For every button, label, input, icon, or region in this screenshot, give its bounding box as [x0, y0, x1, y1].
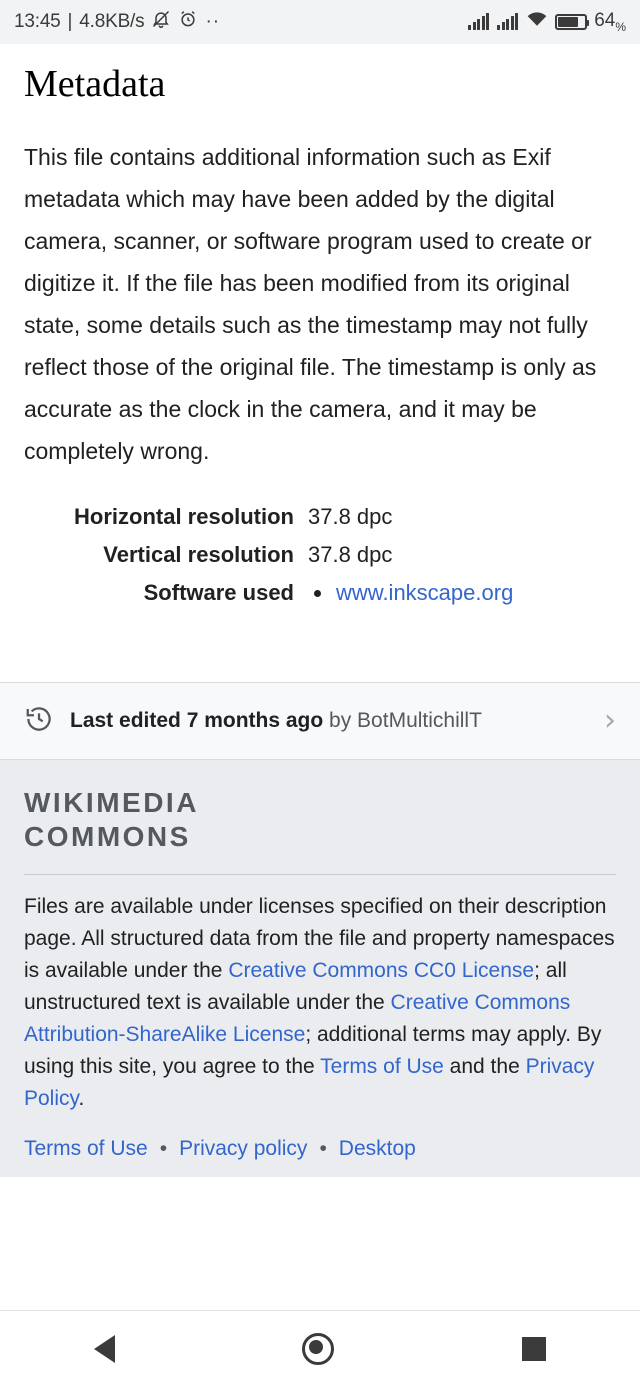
signal-bars-icon-sim1 — [468, 13, 490, 31]
license-part-5: . — [78, 1087, 85, 1110]
cc0-license-link[interactable]: Creative Commons CC0 License — [228, 959, 534, 982]
metadata-value-list: www.inkscape.org — [300, 574, 616, 612]
more-dots-icon: ·· — [205, 11, 221, 32]
android-navigation-bar — [0, 1310, 640, 1387]
history-clock-icon — [24, 704, 54, 739]
footer-link-row: Terms of Use • Privacy policy • Desktop — [24, 1137, 616, 1161]
page-title: Metadata — [24, 63, 166, 105]
software-link[interactable]: www.inkscape.org — [336, 580, 513, 605]
terms-of-use-inline-link[interactable]: Terms of Use — [320, 1055, 444, 1078]
footer-link-desktop[interactable]: Desktop — [339, 1137, 416, 1161]
metadata-table-body: Horizontal resolution 37.8 dpc Vertical … — [24, 498, 616, 612]
site-footer: WIKIMEDIA COMMONS Files are available un… — [0, 760, 640, 1177]
list-item: www.inkscape.org — [334, 580, 616, 606]
status-bar-right: 64% — [468, 10, 626, 34]
content-spacer — [0, 612, 640, 682]
status-bar-left: 13:45 | 4.8KB/s ·· — [14, 9, 220, 35]
license-part-4: and the — [443, 1055, 526, 1078]
last-edited-main: Last edited 7 months ago — [70, 709, 324, 732]
metadata-value-bullets: www.inkscape.org — [308, 580, 616, 606]
footer-link-terms-of-use[interactable]: Terms of Use — [24, 1137, 148, 1161]
metadata-value: 37.8 dpc — [308, 542, 393, 567]
footer-separator-1: • — [159, 1137, 168, 1160]
wikimedia-commons-logo: WIKIMEDIA COMMONS — [24, 786, 616, 854]
table-row: Vertical resolution 37.8 dpc — [24, 536, 616, 574]
status-time: 13:45 — [14, 11, 61, 32]
battery-icon — [555, 13, 590, 30]
article-content: Metadata This file contains additional i… — [0, 62, 640, 612]
last-edited-by: by BotMultichillT — [323, 709, 482, 732]
signal-bars-icon-sim2 — [497, 13, 519, 31]
metadata-key: Software used — [143, 580, 294, 605]
metadata-table: Horizontal resolution 37.8 dpc Vertical … — [24, 498, 616, 612]
metadata-key: Horizontal resolution — [74, 504, 294, 529]
battery-percent-value: 64 — [594, 10, 616, 32]
status-separator: | — [67, 11, 73, 32]
table-row: Horizontal resolution 37.8 dpc — [24, 498, 616, 536]
status-bar: 13:45 | 4.8KB/s ·· 64% — [0, 0, 640, 44]
battery-percent-unit: % — [615, 19, 626, 34]
footer-link-privacy-policy[interactable]: Privacy policy — [179, 1137, 307, 1161]
bell-muted-icon — [151, 9, 171, 35]
logo-line-2: COMMONS — [24, 821, 191, 852]
wifi-icon — [526, 10, 548, 33]
metadata-value: 37.8 dpc — [308, 504, 393, 529]
home-circle-icon[interactable] — [302, 1333, 335, 1365]
battery-percent: 64% — [594, 10, 626, 34]
footer-separator-2: • — [319, 1137, 327, 1160]
metadata-key: Vertical resolution — [103, 542, 294, 567]
license-text: Files are available under licenses speci… — [24, 891, 616, 1115]
footer-divider — [24, 874, 616, 875]
table-row: Software used www.inkscape.org — [24, 574, 616, 612]
last-edited-bar[interactable]: Last edited 7 months ago by BotMultichil… — [0, 682, 640, 760]
alarm-clock-icon — [178, 9, 198, 35]
network-speed: 4.8KB/s — [79, 11, 145, 32]
back-triangle-icon[interactable] — [93, 1335, 115, 1363]
recents-square-icon[interactable] — [522, 1337, 547, 1361]
logo-line-1: WIKIMEDIA — [24, 787, 199, 818]
last-edited-text: Last edited 7 months ago by BotMultichil… — [70, 709, 588, 733]
metadata-description: This file contains additional informatio… — [24, 144, 597, 464]
chevron-right-icon[interactable]: › — [604, 706, 616, 736]
